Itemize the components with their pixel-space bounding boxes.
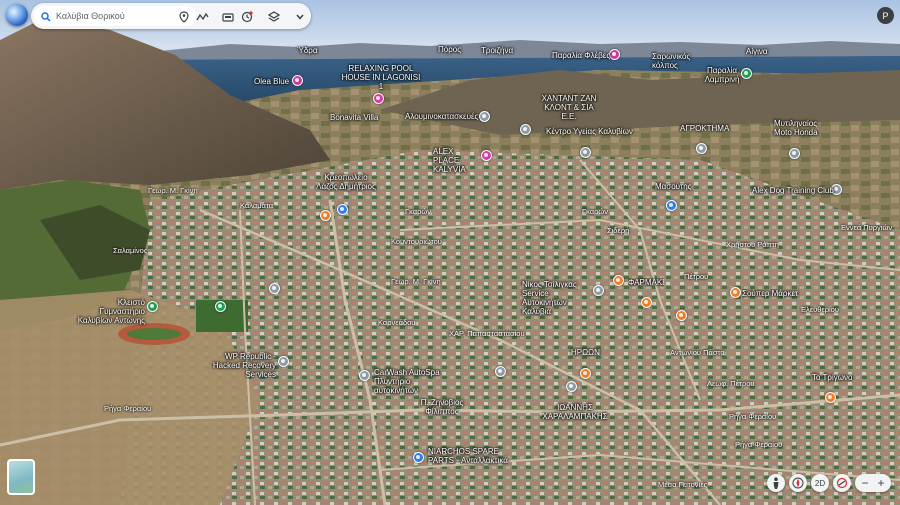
place-pin[interactable]	[278, 356, 289, 367]
place-pin[interactable]	[292, 75, 303, 86]
earth-menu-icon[interactable]	[6, 4, 28, 26]
place-label[interactable]: Σούπερ Μάρκετ	[742, 289, 800, 298]
road-label: Πέτρου	[684, 272, 709, 281]
road-label: Σιδερή	[607, 226, 630, 235]
road-label: Χρήστου Ράπτη	[726, 240, 779, 249]
zoom-in-icon[interactable]: +	[873, 476, 889, 490]
place-label[interactable]: NIARCHOS SPARE PARTS - Ανταλλακτικά	[428, 447, 508, 465]
place-label[interactable]: ALEX PLACE KALYVIA	[433, 147, 481, 174]
place-label[interactable]: Παραλία Λαμπρινή	[704, 66, 740, 84]
place-pin[interactable]	[566, 381, 577, 392]
place-label[interactable]: RELAXING POOL HOUSE IN LAGONISI 1	[340, 64, 422, 91]
place-label[interactable]: Το Τρίγωνο	[812, 373, 852, 382]
place-pin[interactable]	[730, 287, 741, 298]
zoom-out-icon[interactable]: −	[857, 476, 873, 490]
place-pin[interactable]	[337, 204, 348, 215]
route-icon[interactable]	[196, 10, 209, 23]
place-pin[interactable]	[269, 283, 280, 294]
road-label: Εννεά Πυργιών	[841, 223, 893, 232]
place-label[interactable]: Μυτιληναίος Moto Honda	[774, 119, 818, 137]
place-pin[interactable]	[373, 93, 384, 104]
place-pin[interactable]	[481, 150, 492, 161]
road-label: Λεωφ. Πέτρου	[707, 379, 755, 388]
place-pin[interactable]	[641, 297, 652, 308]
place-label[interactable]: Αλουμινοκατασκευές	[405, 112, 478, 121]
place-pin[interactable]	[676, 310, 687, 321]
place-pin[interactable]	[613, 275, 624, 286]
compass-icon[interactable]	[789, 474, 807, 492]
place-label[interactable]: Νίκος Τσίλιγκας Service Αυτοκινήτων Καλύ…	[522, 280, 594, 316]
place-label[interactable]: Π. Ζηνοβιος Φίλιππος	[420, 398, 464, 416]
road-label: Γκαρών	[405, 207, 431, 216]
place-pin[interactable]	[147, 301, 158, 312]
place-pin[interactable]	[479, 111, 490, 122]
place-pin-icon[interactable]	[177, 10, 190, 23]
place-label[interactable]: Πόρος	[438, 45, 461, 54]
place-pin[interactable]	[741, 68, 752, 79]
place-pin[interactable]	[825, 392, 836, 403]
place-pin[interactable]	[320, 210, 331, 221]
place-pin[interactable]	[609, 49, 620, 60]
road-label: Γεωρ. Μ. Γκίνη	[148, 186, 198, 195]
road-label: Ρήγα Φεραίου	[729, 412, 777, 421]
history-icon[interactable]	[240, 10, 253, 23]
road-label: Γεωρ. Μ. Γκίνη	[391, 277, 441, 286]
road-label: Καρνεάδου	[378, 318, 416, 327]
place-pin[interactable]	[413, 452, 424, 463]
tilt-icon[interactable]	[833, 474, 851, 492]
place-label[interactable]: ΑΓΡΟΚΤΗΜΑ	[680, 124, 729, 133]
place-pin[interactable]	[359, 370, 370, 381]
place-label[interactable]: Κλειστό Γυμναστήριο Καλυβίων Αντώνης	[73, 298, 145, 325]
place-label[interactable]: Μασούτης	[655, 182, 692, 191]
place-label[interactable]: Bonavita Villa	[330, 113, 378, 122]
road-label: Γκαρών	[582, 207, 608, 216]
place-label[interactable]: Κέντρο Υγείας Καλυβίων	[546, 127, 633, 136]
place-label[interactable]: Ύδρα	[297, 46, 317, 55]
road-label: Ρήγα Φεραίου	[735, 440, 783, 449]
map-style-thumbnail[interactable]	[7, 459, 35, 495]
place-label[interactable]: Κρεοπωλείο Λάζος Δημήτριος	[316, 173, 376, 191]
road-label: Καλαμάτα	[240, 201, 274, 210]
place-pin[interactable]	[580, 147, 591, 158]
account-avatar[interactable]: P	[877, 7, 894, 24]
place-label[interactable]: Alex Dog Training Club	[752, 186, 834, 195]
road-label: Αντωνίου Πάστα	[670, 348, 725, 357]
place-label[interactable]: Αίγινα	[746, 47, 768, 56]
road-label: Κουντουριώτου	[391, 237, 442, 246]
place-pin[interactable]	[789, 148, 800, 159]
search-box[interactable]	[34, 6, 197, 26]
search-input[interactable]	[56, 8, 192, 24]
view-2d-toggle[interactable]: 2D	[811, 474, 829, 492]
road-label: Ρήγα Φεραίου	[104, 404, 152, 413]
place-pin[interactable]	[666, 200, 677, 211]
place-label[interactable]: ΙΩΑΝΝΗΣ ΧΑΡΑΛΑΜΠΑΚΗΣ	[540, 403, 610, 421]
road-label: Σαλαμίνος	[113, 246, 148, 255]
pegman-icon[interactable]	[767, 474, 785, 492]
place-pin[interactable]	[593, 285, 604, 296]
place-label[interactable]: CarWash AutoSpa Πλυντήριο αυτοκινήτων	[374, 368, 440, 395]
place-label[interactable]: ΗΡΩΩΝ	[571, 348, 600, 357]
road-label: ΧΑΡ. Παπασταστασίου	[449, 329, 525, 338]
search-toolbar	[31, 3, 311, 29]
place-label[interactable]: Olea Blue	[254, 77, 289, 86]
place-pin[interactable]	[215, 301, 226, 312]
road-label: Ελευθερίου	[801, 305, 839, 314]
place-pin[interactable]	[495, 366, 506, 377]
place-label[interactable]: ΧΑΝΤΑΝΤ ΖΑΝ ΚΛΟΝΤ & ΣΙΑ Ε.Ε.	[537, 94, 601, 121]
layers-icon[interactable]	[267, 10, 280, 23]
place-label[interactable]: Παραλία Φλέβες	[552, 51, 610, 60]
place-pin[interactable]	[696, 143, 707, 154]
place-label[interactable]: WP Republic - Hacked Recovery Services	[200, 352, 276, 379]
zoom-control: − +	[855, 474, 891, 492]
place-label[interactable]: Σαρωνικός κόλπος	[652, 52, 692, 70]
road-label: Μέσα Γειτονιές	[658, 480, 708, 489]
place-label[interactable]: ΦΑΡΜΑΚΕΙΟ	[628, 278, 664, 287]
place-label[interactable]: Τροιζήνα	[481, 46, 513, 55]
search-icon[interactable]	[39, 10, 52, 23]
place-pin[interactable]	[520, 124, 531, 135]
camera-icon[interactable]	[221, 10, 234, 23]
chevron-down-icon[interactable]	[293, 10, 306, 23]
place-pin[interactable]	[580, 368, 591, 379]
